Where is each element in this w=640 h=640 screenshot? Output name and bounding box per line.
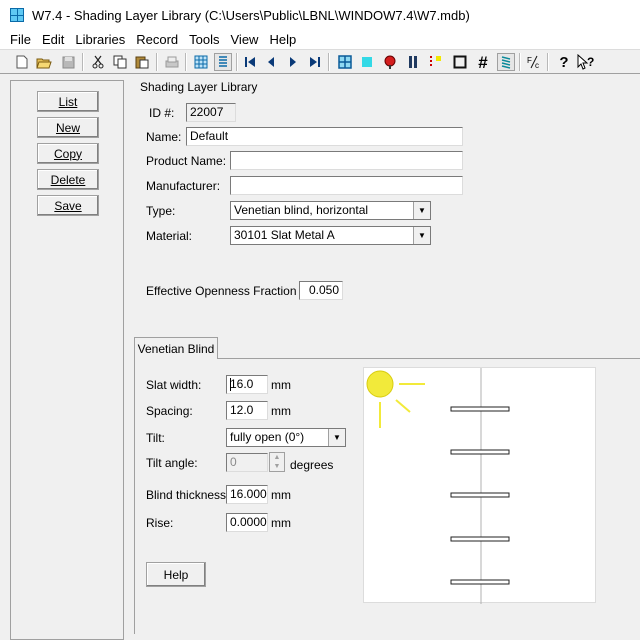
frame-icon[interactable] <box>427 53 445 71</box>
slat-3 <box>450 492 510 498</box>
slat-1 <box>450 406 510 412</box>
slat-width-field[interactable]: 16.0 <box>226 375 268 394</box>
toolbar: # Fc ? ? <box>0 49 640 74</box>
print-icon[interactable] <box>163 53 181 71</box>
blind-thickness-field[interactable]: 16.0000 <box>226 485 268 504</box>
type-value: Venetian blind, horizontal <box>234 203 369 217</box>
help-icon[interactable]: ? <box>555 53 573 71</box>
chevron-down-icon[interactable]: ▼ <box>413 227 430 244</box>
blind-diagram-svg <box>366 368 510 604</box>
spacing-field[interactable]: 12.0 <box>226 401 268 420</box>
tilt-dropdown[interactable]: fully open (0°) ▼ <box>226 428 346 447</box>
svg-text:?: ? <box>587 55 594 69</box>
delete-button[interactable]: Delete <box>37 169 99 190</box>
svg-text:c: c <box>535 61 539 69</box>
menu-view[interactable]: View <box>231 32 259 47</box>
tilt-angle-unit: degrees <box>290 458 334 472</box>
tilt-angle-stepper[interactable]: ▲ ▼ <box>269 452 285 472</box>
manufacturer-label: Manufacturer: <box>146 179 221 193</box>
material-dropdown[interactable]: 30101 Slat Metal A ▼ <box>230 226 431 245</box>
id-field: 22007 <box>186 103 236 122</box>
glazing-system-icon[interactable] <box>336 53 354 71</box>
slat-width-label: Slat width: <box>146 378 202 392</box>
divider-icon[interactable] <box>451 53 469 71</box>
blind-diagram <box>363 367 596 604</box>
open-folder-icon[interactable] <box>35 53 53 71</box>
window-title: W7.4 - Shading Layer Library (C:\Users\P… <box>32 7 470 23</box>
menu-edit[interactable]: Edit <box>42 32 64 47</box>
menu-file[interactable]: File <box>10 32 31 47</box>
spacing-unit: mm <box>271 404 291 418</box>
slat-4 <box>450 536 510 542</box>
menu-bar: File Edit Libraries Record Tools View He… <box>0 30 640 49</box>
dropdown-list-icon[interactable] <box>214 53 232 71</box>
tilt-label: Tilt: <box>146 431 165 445</box>
fraction-icon[interactable]: Fc <box>525 53 543 71</box>
section-title: Shading Layer Library <box>140 80 258 94</box>
manufacturer-field[interactable] <box>230 176 463 195</box>
sun-ray-diagonal <box>395 399 411 413</box>
save-button[interactable]: Save <box>37 195 99 216</box>
first-record-icon[interactable] <box>241 53 259 71</box>
copy-icon[interactable] <box>111 53 129 71</box>
tab-border-left <box>134 358 135 634</box>
product-name-label: Product Name: <box>146 154 227 168</box>
new-file-icon[interactable] <box>13 53 31 71</box>
cut-icon[interactable] <box>89 53 107 71</box>
tilt-angle-field[interactable]: 0 <box>226 453 268 472</box>
material-label: Material: <box>146 229 193 243</box>
openness-field[interactable]: 0.050 <box>299 281 343 300</box>
blind-thickness-unit: mm <box>271 488 291 502</box>
paste-icon[interactable] <box>133 53 151 71</box>
type-label: Type: <box>146 204 176 218</box>
tilt-angle-label: Tilt angle: <box>146 456 198 470</box>
stepper-down-icon[interactable]: ▼ <box>270 462 284 471</box>
slat-2 <box>450 449 510 455</box>
menu-libraries[interactable]: Libraries <box>75 32 125 47</box>
slat-5 <box>450 579 510 585</box>
copy-button[interactable]: Copy <box>37 143 99 164</box>
sun-icon <box>366 370 394 398</box>
product-name-field[interactable] <box>230 151 463 170</box>
shading-icon[interactable] <box>404 53 422 71</box>
tab-venetian-blind[interactable]: Venetian Blind <box>134 337 218 359</box>
rise-unit: mm <box>271 516 291 530</box>
hash-icon[interactable]: # <box>474 53 492 71</box>
rise-label: Rise: <box>146 516 174 530</box>
window-app-icon <box>10 8 24 22</box>
type-dropdown[interactable]: Venetian blind, horizontal ▼ <box>230 201 431 220</box>
spacing-label: Spacing: <box>146 404 193 418</box>
grid-view-icon[interactable] <box>192 53 210 71</box>
menu-help[interactable]: Help <box>269 32 296 47</box>
help-button[interactable]: Help <box>146 562 206 587</box>
new-button[interactable]: New <box>37 117 99 138</box>
text-caret <box>230 378 231 391</box>
whats-this-icon[interactable]: ? <box>577 53 595 71</box>
material-value: 30101 Slat Metal A <box>234 228 335 242</box>
svg-text:F: F <box>527 56 532 65</box>
name-field[interactable]: Default <box>186 127 463 146</box>
gas-icon[interactable] <box>381 53 399 71</box>
glass-icon[interactable] <box>358 53 376 71</box>
chevron-down-icon[interactable]: ▼ <box>328 429 345 446</box>
id-label: ID #: <box>149 106 175 120</box>
stepper-up-icon[interactable]: ▲ <box>270 453 284 462</box>
list-button[interactable]: List <box>37 91 99 112</box>
rise-field[interactable]: 0.00000 <box>226 513 268 532</box>
next-record-icon[interactable] <box>284 53 302 71</box>
openness-label: Effective Openness Fraction <box>146 284 297 298</box>
record-buttons-panel: List New Copy Delete Save <box>10 80 124 640</box>
name-label: Name: <box>146 130 182 144</box>
previous-record-icon[interactable] <box>262 53 280 71</box>
menu-tools[interactable]: Tools <box>189 32 219 47</box>
blind-icon[interactable] <box>497 53 515 71</box>
slat-width-unit: mm <box>271 378 291 392</box>
menu-record[interactable]: Record <box>136 32 178 47</box>
last-record-icon[interactable] <box>306 53 324 71</box>
title-bar: W7.4 - Shading Layer Library (C:\Users\P… <box>0 0 640 30</box>
blind-thickness-label: Blind thickness: <box>146 488 230 502</box>
chevron-down-icon[interactable]: ▼ <box>413 202 430 219</box>
tilt-value: fully open (0°) <box>230 430 305 444</box>
save-disk-icon[interactable] <box>59 53 77 71</box>
